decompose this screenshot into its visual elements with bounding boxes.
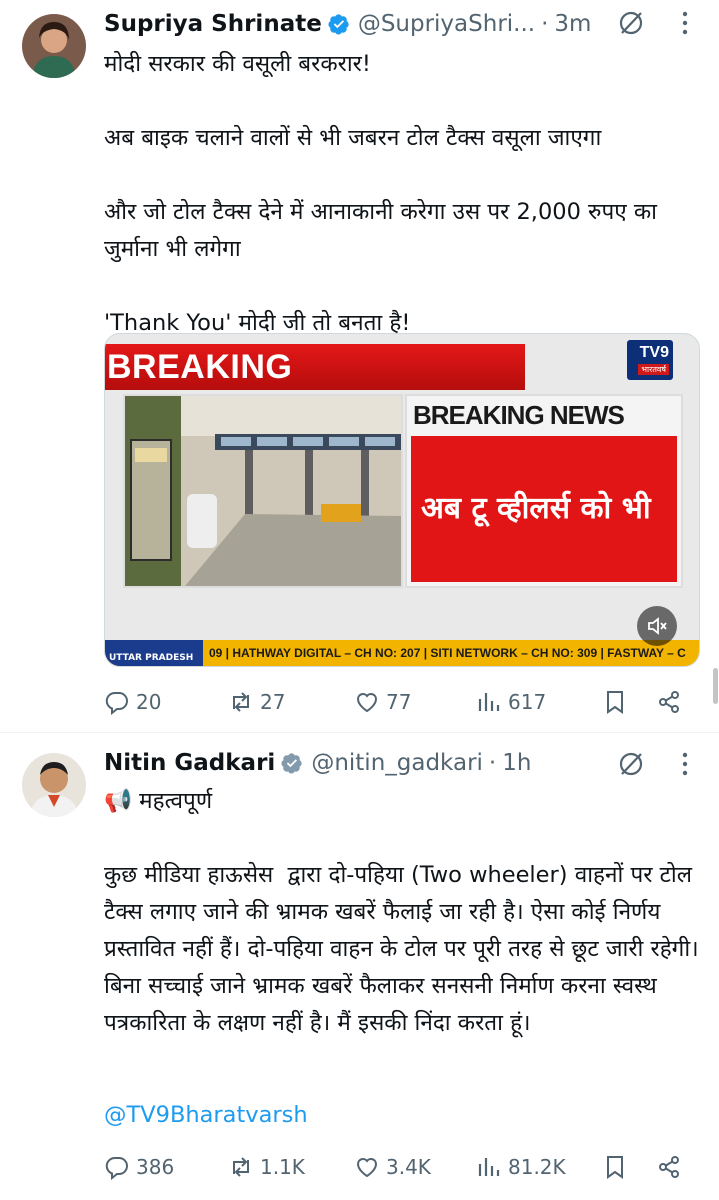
reply-button[interactable]: 386 [104, 1149, 174, 1185]
action-bar: 20 27 77 617 [104, 684, 694, 720]
author-handle[interactable]: @SupriyaShri... [358, 11, 535, 37]
views-icon [478, 1158, 500, 1176]
view-count: 81.2K [508, 1155, 566, 1179]
breaking-news-headline: अब टू व्हीलर्स को भी [421, 491, 651, 526]
timestamp[interactable]: 1h [502, 750, 531, 776]
separator: · [541, 11, 549, 37]
like-count: 77 [386, 690, 412, 714]
bookmark-icon [607, 691, 623, 714]
separator: · [488, 750, 497, 776]
avatar[interactable] [22, 753, 86, 817]
breaking-news-panel: BREAKING NEWS अब टू व्हीलर्स को भी [405, 394, 683, 588]
reply-count: 386 [136, 1155, 175, 1179]
reply-button[interactable]: 20 [104, 684, 161, 720]
author-name[interactable]: Nitin Gadkari [104, 750, 275, 776]
tweet-text: मोदी सरकार की वसूली बरकरार! अब बाइक चलान… [104, 51, 657, 336]
tweet-gadkari[interactable]: Nitin Gadkari @nitin_gadkari · 1h 📢 महत्… [0, 733, 719, 1200]
mention-link[interactable]: @TV9Bharatvarsh [104, 1097, 704, 1134]
channel-logo-text: TV9 [639, 344, 669, 361]
toll-plaza-image [123, 394, 403, 588]
grok-icon[interactable] [618, 10, 644, 36]
like-icon [356, 693, 378, 713]
breaking-label: BREAKING [107, 348, 293, 386]
share-icon [659, 691, 679, 713]
video-media[interactable]: BREAKING TV9 भारतवर्ष BREAKING NEWS अब ट… [104, 333, 700, 667]
verified-badge-icon [328, 14, 349, 35]
view-count: 617 [508, 690, 547, 714]
action-bar: 386 1.1K 3.4K 81.2K [104, 1149, 694, 1185]
scrollbar[interactable] [713, 668, 718, 704]
like-button[interactable]: 77 [354, 684, 411, 720]
more-icon[interactable] [682, 751, 688, 777]
tweet-supriya[interactable]: Supriya Shrinate @SupriyaShri... · 3m मो… [0, 0, 719, 730]
repost-count: 27 [260, 690, 286, 714]
views-button[interactable]: 617 [476, 684, 546, 720]
avatar[interactable] [22, 14, 86, 78]
repost-button[interactable]: 1.1K [228, 1149, 305, 1185]
grok-icon[interactable] [618, 751, 644, 777]
ticker-badge: UTTAR PRADESH [105, 640, 203, 666]
repost-icon [233, 692, 249, 712]
news-ticker: UTTAR PRADESH 09 | HATHWAY DIGITAL – CH … [105, 640, 699, 666]
like-icon [356, 1158, 378, 1178]
share-icon [659, 1156, 679, 1178]
views-icon [478, 693, 500, 711]
share-button[interactable] [656, 684, 688, 720]
ticker-text: 09 | HATHWAY DIGITAL – CH NO: 207 | SITI… [209, 646, 686, 660]
channel-logo-sub: भारतवर्ष [638, 364, 669, 375]
like-button[interactable]: 3.4K [354, 1149, 431, 1185]
author-handle[interactable]: @nitin_gadkari [311, 750, 483, 776]
tweet-text: 📢 महत्वपूर्ण कुछ मीडिया हाऊसेस द्वारा दो… [104, 788, 699, 1036]
like-count: 3.4K [386, 1155, 431, 1179]
views-button[interactable]: 81.2K [476, 1149, 566, 1185]
reply-icon [105, 1156, 128, 1180]
timestamp[interactable]: 3m [554, 11, 591, 37]
bookmark-button[interactable] [602, 684, 634, 720]
reply-icon [105, 691, 128, 715]
mute-button[interactable] [637, 606, 677, 646]
more-icon[interactable] [682, 10, 688, 36]
mute-icon [648, 617, 667, 635]
repost-count: 1.1K [260, 1155, 305, 1179]
bookmark-button[interactable] [602, 1149, 634, 1185]
verified-badge-icon [281, 753, 302, 774]
author-name[interactable]: Supriya Shrinate [104, 11, 322, 37]
repost-icon [233, 1157, 249, 1177]
repost-button[interactable]: 27 [228, 684, 285, 720]
bookmark-icon [607, 1156, 623, 1179]
breaking-news-title: BREAKING NEWS [413, 400, 625, 430]
reply-count: 20 [136, 690, 162, 714]
share-button[interactable] [656, 1149, 688, 1185]
